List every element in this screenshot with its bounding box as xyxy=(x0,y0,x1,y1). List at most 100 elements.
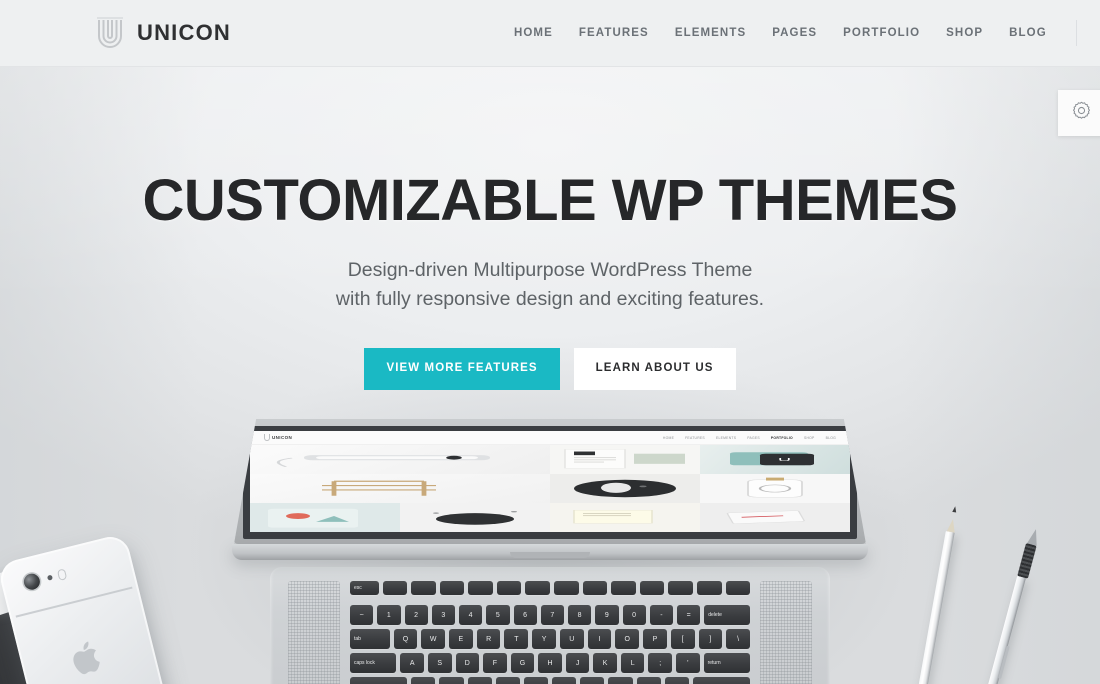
theme-settings-tab[interactable] xyxy=(1058,90,1100,136)
page-root: UNICON HOME FEATURES ELEMENTS PAGES PORT… xyxy=(0,0,1100,684)
nav-item-portfolio[interactable]: PORTFOLIO xyxy=(830,27,933,39)
laptop-notch xyxy=(510,552,590,558)
portfolio-thumb: U xyxy=(700,445,850,474)
brand-name: UNICON xyxy=(137,20,231,45)
site-header: UNICON HOME FEATURES ELEMENTS PAGES PORT… xyxy=(0,0,1100,67)
learn-about-us-button[interactable]: LEARN ABOUT US xyxy=(573,348,736,390)
key: B xyxy=(523,677,549,684)
portfolio-thumb xyxy=(550,445,700,474)
key: 8 xyxy=(568,605,592,625)
key: 4 xyxy=(459,605,483,625)
key: 9 xyxy=(595,605,619,625)
brand-logo[interactable]: UNICON xyxy=(95,16,231,50)
keyboard-row-q: tab Q W E R T Y U I O P [ ] \ xyxy=(350,629,750,649)
key: U xyxy=(559,629,584,649)
main-navigation: HOME FEATURES ELEMENTS PAGES PORTFOLIO S… xyxy=(501,20,1100,46)
key: P xyxy=(643,629,667,649)
svg-text:U: U xyxy=(778,457,791,462)
screen-brand-name: UNICON xyxy=(272,435,293,440)
key xyxy=(668,581,693,595)
key: , xyxy=(608,677,633,684)
key: = xyxy=(677,605,701,625)
key: / xyxy=(664,677,689,684)
screen-site-header: UNICON HOME FEATURES ELEMENTS PAGES PORT… xyxy=(250,431,850,445)
pen-body xyxy=(961,575,1026,684)
laptop-hinge xyxy=(232,544,868,560)
key: 3 xyxy=(431,605,455,625)
nav-item-elements[interactable]: ELEMENTS xyxy=(662,27,759,39)
mechanical-pen-graphic xyxy=(961,527,1041,684)
key-shift-left: shift xyxy=(350,677,408,684)
key: 0 xyxy=(622,605,646,625)
key: I xyxy=(587,629,612,649)
key: J xyxy=(565,653,590,673)
screen-nav-item-features: FEATURES xyxy=(685,435,705,440)
key: \ xyxy=(726,629,750,649)
screen-nav-item-elements: ELEMENTS xyxy=(715,435,737,440)
key: L xyxy=(620,653,645,673)
iphone-antenna-line-top xyxy=(15,586,133,618)
key: 7 xyxy=(540,605,564,625)
key: M xyxy=(580,677,605,684)
key: 2 xyxy=(404,605,428,625)
portfolio-thumb xyxy=(250,474,550,503)
screen-nav-item-blog: BLOG xyxy=(825,435,836,440)
key: - xyxy=(649,605,673,625)
laptop-screen: UNICON HOME FEATURES ELEMENTS PAGES PORT… xyxy=(250,431,850,532)
key xyxy=(582,581,608,595)
shopping-cart-icon[interactable] xyxy=(1089,25,1100,42)
pencil-body xyxy=(905,531,955,684)
key xyxy=(554,581,579,595)
laptop-keyboard-deck: esc ~ 1 2 3 4 5 6 7 8 9 0 - = delete tab… xyxy=(270,567,830,684)
keyboard-row-numbers: ~ 1 2 3 4 5 6 7 8 9 0 - = delete xyxy=(350,605,751,625)
key-delete: delete xyxy=(704,605,751,625)
key: T xyxy=(504,629,529,649)
key: ] xyxy=(698,629,723,649)
portfolio-thumb xyxy=(250,445,550,474)
key: ; xyxy=(648,653,673,673)
key: Y xyxy=(532,629,556,649)
laptop-bezel: UNICON HOME FEATURES ELEMENTS PAGES PORT… xyxy=(243,426,857,539)
key-shift-right: shift xyxy=(692,677,751,684)
hero-subtitle-line-2: with fully responsive design and excitin… xyxy=(335,287,765,310)
nav-item-pages[interactable]: PAGES xyxy=(759,27,830,39)
key: R xyxy=(476,629,501,649)
nav-item-home[interactable]: HOME xyxy=(501,27,566,39)
portfolio-thumb xyxy=(550,503,700,532)
apple-logo-icon xyxy=(67,634,110,681)
nav-item-blog[interactable]: BLOG xyxy=(996,27,1060,39)
gear-icon xyxy=(1071,100,1092,126)
portfolio-thumb xyxy=(700,503,850,532)
nav-item-features[interactable]: FEATURES xyxy=(566,27,662,39)
screen-nav-item-portfolio: PORTFOLIO xyxy=(770,435,793,440)
unicon-u-logo-icon xyxy=(95,16,125,50)
portfolio-thumb xyxy=(700,474,850,503)
screen-navigation: HOME FEATURES ELEMENTS PAGES PORTFOLIO S… xyxy=(663,436,836,440)
speaker-grille-left xyxy=(288,581,340,684)
key: ~ xyxy=(350,605,374,625)
pen-grip xyxy=(1017,543,1037,579)
key: V xyxy=(495,677,520,684)
key: D xyxy=(455,653,480,673)
key: E xyxy=(449,629,473,649)
key: W xyxy=(421,629,446,649)
view-more-features-button[interactable]: VIEW MORE FEATURES xyxy=(364,348,560,390)
keyboard-row-a: caps lock A S D F G H J K L ; ' return xyxy=(350,653,750,673)
key: 6 xyxy=(513,605,537,625)
screen-unicon-u-logo-icon xyxy=(264,434,270,441)
key: K xyxy=(593,653,617,673)
hero-button-row: VIEW MORE FEATURES LEARN ABOUT US xyxy=(0,348,1100,390)
key: 1 xyxy=(377,605,401,625)
pencil-graphic xyxy=(905,518,957,684)
key: A xyxy=(400,653,424,673)
key xyxy=(696,581,722,595)
screen-nav-item-pages: PAGES xyxy=(747,435,760,440)
key xyxy=(496,581,522,595)
key: H xyxy=(538,653,562,673)
key xyxy=(639,581,665,595)
screen-nav-item-home: HOME xyxy=(662,435,675,440)
laptop-keyboard: esc ~ 1 2 3 4 5 6 7 8 9 0 - = delete tab… xyxy=(350,581,751,684)
nav-item-shop[interactable]: SHOP xyxy=(933,27,996,39)
key: C xyxy=(467,677,492,684)
key: esc xyxy=(350,581,379,595)
